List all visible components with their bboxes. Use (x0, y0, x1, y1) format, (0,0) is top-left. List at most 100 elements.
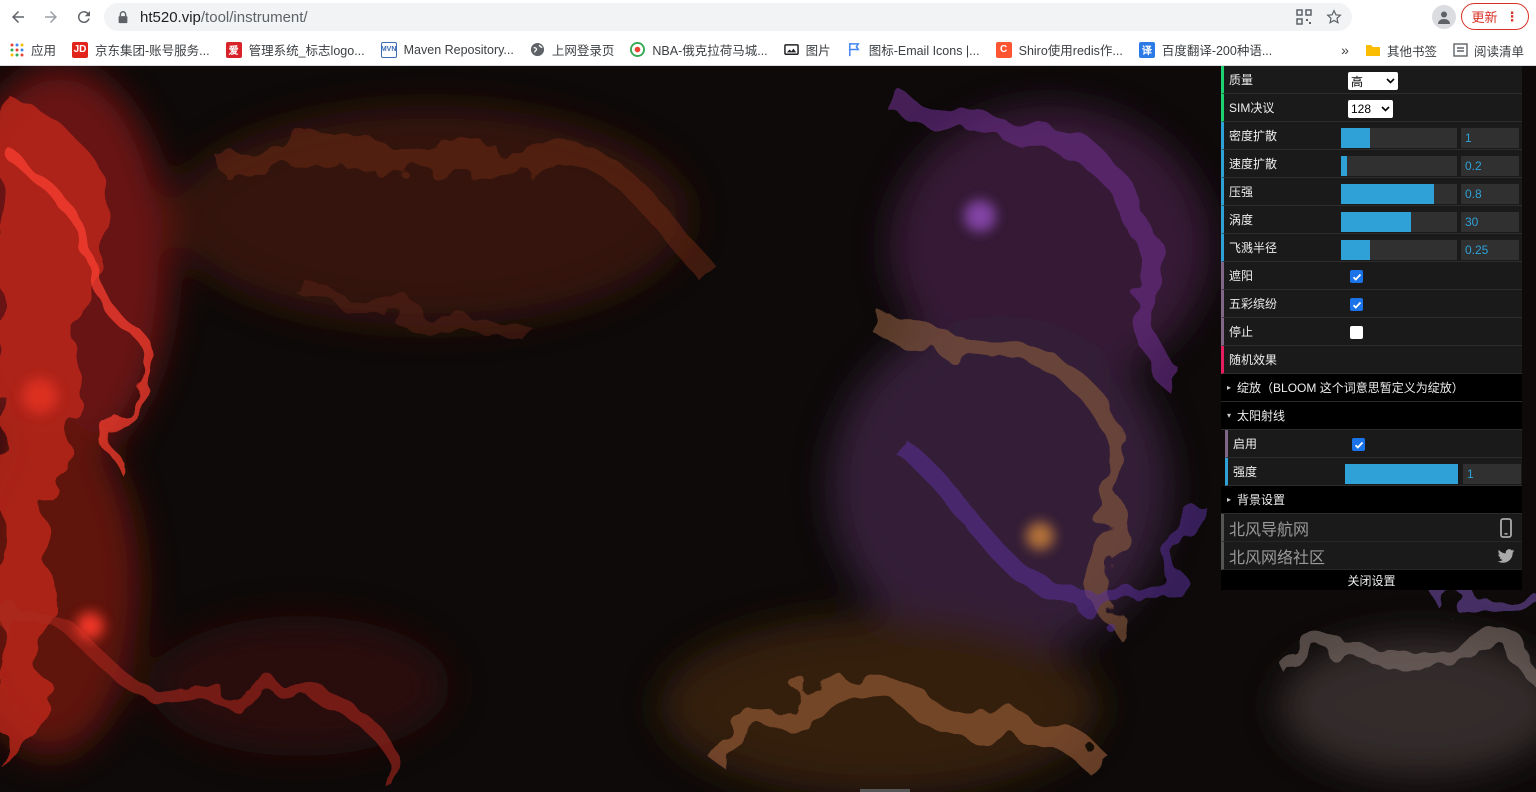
arrow-right-icon (45, 11, 57, 23)
density-slider[interactable] (1341, 128, 1457, 148)
address-bar[interactable]: ht520.vip/tool/instrument/ (104, 3, 1352, 31)
reload-button[interactable] (68, 1, 100, 33)
bookmark-label: NBA-俄克拉荷马城... (652, 44, 768, 58)
sunrays-weight-slider-fill (1345, 464, 1458, 484)
pressure-label: 压强 (1229, 185, 1254, 199)
triangle-right-icon: ▸ (1227, 495, 1232, 504)
bookmark-shiro[interactable]: C Shiro使用redis作... (995, 40, 1123, 59)
bookmark-maven[interactable]: MVN Maven Repository... (380, 41, 514, 58)
density-input[interactable]: 1 (1461, 128, 1519, 148)
bookmark-nba[interactable]: NBA-俄克拉荷马城... (630, 40, 768, 59)
chevron-down-icon (1386, 78, 1395, 84)
sunrays-weight-input[interactable]: 1 (1463, 464, 1521, 484)
pressure-slider[interactable] (1341, 184, 1457, 204)
background-folder[interactable]: ▸ 背景设置 (1221, 486, 1522, 514)
bloom-folder-label: 绽放（BLOOM 这个词意思暂定义为绽放） (1237, 381, 1464, 395)
pressure-row: 压强 0.8 (1221, 178, 1522, 206)
flag-icon (848, 42, 860, 57)
bookmark-label: 应用 (31, 44, 57, 58)
folder-icon (1365, 45, 1380, 56)
colorful-checkbox[interactable] (1350, 298, 1363, 311)
bookmarks-overflow-button[interactable]: » (1341, 42, 1349, 58)
bookmark-baidu-translate[interactable]: 译 百度翻译-200种语... (1138, 40, 1272, 59)
bookmark-apps[interactable]: 应用 (10, 40, 56, 59)
sunrays-folder-label: 太阳射线 (1237, 409, 1286, 423)
other-bookmarks[interactable]: 其他书签 (1365, 41, 1437, 60)
sunrays-weight-slider[interactable] (1345, 464, 1458, 484)
paused-label: 停止 (1229, 325, 1254, 339)
reading-list-label: 阅读清单 (1473, 44, 1524, 59)
more-vert-icon: ⋮ (1505, 8, 1519, 24)
nav-site-label: 北风导航网 (1229, 521, 1310, 539)
density-row: 密度扩散 1 (1221, 122, 1522, 150)
shading-row: 遮阳 (1221, 262, 1522, 290)
sim-resolution-select[interactable]: 128 (1348, 100, 1393, 118)
twitter-bird-icon (1497, 549, 1515, 563)
star-bookmark-icon[interactable] (1326, 9, 1342, 25)
qr-code-icon[interactable] (1296, 9, 1312, 25)
lock-icon (118, 11, 128, 24)
reading-list[interactable]: 阅读清单 (1453, 41, 1524, 60)
sim-resolution-row: SIM决议 128 (1221, 94, 1522, 122)
bookmark-jd[interactable]: JD 京东集团-账号服务... (72, 40, 210, 59)
browser-toolbar: ht520.vip/tool/instrument/ 更新 ⋮ (0, 0, 1536, 34)
curl-row: 涡度 30 (1221, 206, 1522, 234)
curl-input[interactable]: 30 (1461, 212, 1519, 232)
nav-site-link[interactable]: 北风导航网 (1221, 514, 1522, 542)
bookmark-login[interactable]: 上网登录页 (530, 40, 614, 59)
bloom-folder[interactable]: ▸ 绽放（BLOOM 这个词意思暂定义为绽放） (1221, 374, 1522, 402)
bookmark-email-icons[interactable]: 图标-Email Icons |... (847, 40, 980, 59)
velocity-row: 速度扩散 0.2 (1221, 150, 1522, 178)
bookmark-label: 图片 (805, 44, 831, 58)
paused-row: 停止 (1221, 318, 1522, 346)
quality-value: 高 (1351, 74, 1364, 89)
community-link[interactable]: 北风网络社区 (1221, 542, 1522, 570)
person-icon (1438, 11, 1450, 24)
image-icon (783, 44, 799, 55)
sunrays-folder[interactable]: ▾ 太阳射线 (1221, 402, 1522, 430)
bookmarks-bar: 应用 JD 京东集团-账号服务... 爱 管理系统_标志logo... MVN … (0, 34, 1536, 66)
shading-label: 遮阳 (1229, 269, 1254, 283)
arrow-left-icon (12, 11, 24, 23)
bookmark-logo-system[interactable]: 爱 管理系统_标志logo... (225, 40, 365, 59)
profile-avatar[interactable] (1432, 5, 1456, 29)
url-host: ht520.vip (140, 8, 201, 26)
bookmark-label: Shiro使用redis作... (1018, 44, 1123, 58)
bookmark-label: 京东集团-账号服务... (95, 44, 210, 58)
url-path: /tool/instrument/ (200, 8, 308, 26)
pressure-input[interactable]: 0.8 (1461, 184, 1519, 204)
sunrays-enable-checkbox[interactable] (1352, 438, 1365, 451)
bookmark-label: 图标-Email Icons |... (868, 44, 980, 58)
other-bookmarks-label: 其他书签 (1386, 44, 1437, 59)
update-button[interactable]: 更新 ⋮ (1461, 3, 1529, 30)
chevron-down-icon (1381, 106, 1390, 112)
back-button[interactable] (2, 1, 34, 33)
mobile-phone-icon (1500, 518, 1512, 538)
curl-slider[interactable] (1341, 212, 1457, 232)
splat-radius-input[interactable]: 0.25 (1461, 240, 1519, 260)
random-splats-button[interactable]: 随机效果 (1221, 346, 1522, 374)
sunrays-enable-label: 启用 (1233, 437, 1258, 451)
velocity-input[interactable]: 0.2 (1461, 156, 1519, 176)
curl-label: 涡度 (1229, 213, 1254, 227)
splat-radius-slider[interactable] (1341, 240, 1457, 260)
sim-resolution-value: 128 (1351, 102, 1372, 116)
background-folder-label: 背景设置 (1237, 493, 1286, 507)
quality-select[interactable]: 高 (1348, 72, 1398, 90)
update-label: 更新 (1471, 10, 1498, 25)
reading-list-icon (1453, 43, 1468, 57)
colorful-row: 五彩缤纷 (1221, 290, 1522, 318)
checkmark-icon (1354, 441, 1363, 449)
settings-panel: 质量 高 SIM决议 128 密度扩散 1 速度扩散 0.2 压强 0.8 涡度… (1221, 66, 1522, 590)
forward-button[interactable] (35, 1, 67, 33)
bookmark-label: 管理系统_标志logo... (248, 44, 365, 58)
velocity-slider[interactable] (1341, 156, 1457, 176)
bookmark-images[interactable]: 图片 (783, 40, 831, 59)
close-settings-button[interactable]: 关闭设置 (1221, 570, 1522, 590)
shading-checkbox[interactable] (1350, 270, 1363, 283)
paused-checkbox[interactable] (1350, 326, 1363, 339)
translate-icon: 译 (1138, 41, 1155, 58)
density-slider-fill (1341, 128, 1370, 148)
curl-slider-fill (1341, 212, 1411, 232)
checkmark-icon (1352, 273, 1361, 281)
